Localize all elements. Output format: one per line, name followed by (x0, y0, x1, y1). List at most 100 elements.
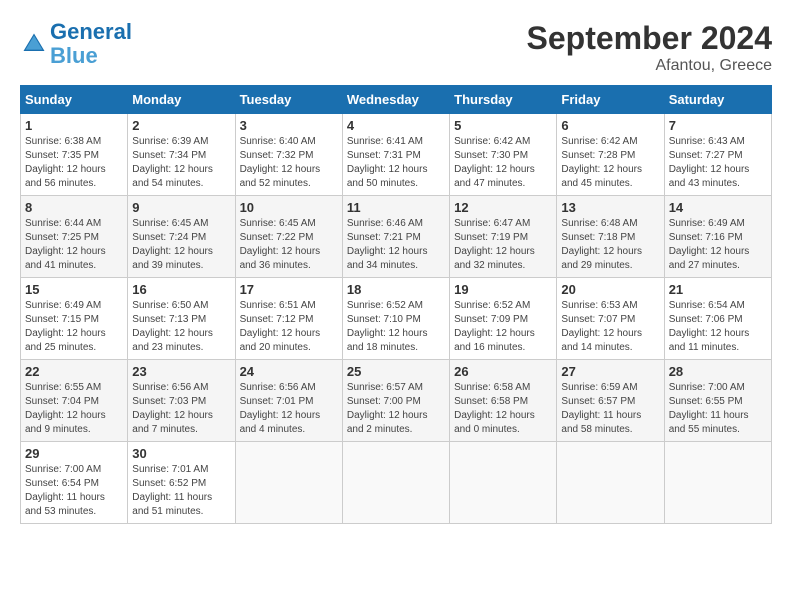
day-detail: Sunrise: 7:01 AMSunset: 6:52 PMDaylight:… (132, 464, 212, 517)
calendar-week-row: 1 Sunrise: 6:38 AMSunset: 7:35 PMDayligh… (21, 114, 772, 196)
col-tuesday: Tuesday (235, 86, 342, 114)
day-number: 6 (561, 118, 659, 133)
day-number: 2 (132, 118, 230, 133)
day-detail: Sunrise: 6:51 AMSunset: 7:12 PMDaylight:… (240, 300, 321, 353)
day-detail: Sunrise: 6:43 AMSunset: 7:27 PMDaylight:… (669, 136, 750, 189)
calendar-cell: 28 Sunrise: 7:00 AMSunset: 6:55 PMDaylig… (664, 360, 771, 442)
day-detail: Sunrise: 6:59 AMSunset: 6:57 PMDaylight:… (561, 382, 641, 435)
month-title: September 2024 (527, 20, 772, 57)
day-number: 5 (454, 118, 552, 133)
calendar-cell: 17 Sunrise: 6:51 AMSunset: 7:12 PMDaylig… (235, 278, 342, 360)
col-thursday: Thursday (450, 86, 557, 114)
calendar-cell: 14 Sunrise: 6:49 AMSunset: 7:16 PMDaylig… (664, 196, 771, 278)
day-detail: Sunrise: 6:52 AMSunset: 7:10 PMDaylight:… (347, 300, 428, 353)
calendar-cell: 9 Sunrise: 6:45 AMSunset: 7:24 PMDayligh… (128, 196, 235, 278)
day-detail: Sunrise: 6:44 AMSunset: 7:25 PMDaylight:… (25, 218, 106, 271)
calendar-cell: 11 Sunrise: 6:46 AMSunset: 7:21 PMDaylig… (342, 196, 449, 278)
calendar-cell: 15 Sunrise: 6:49 AMSunset: 7:15 PMDaylig… (21, 278, 128, 360)
calendar-cell: 1 Sunrise: 6:38 AMSunset: 7:35 PMDayligh… (21, 114, 128, 196)
day-detail: Sunrise: 6:53 AMSunset: 7:07 PMDaylight:… (561, 300, 642, 353)
day-number: 20 (561, 282, 659, 297)
location: Afantou, Greece (527, 57, 772, 75)
day-number: 19 (454, 282, 552, 297)
day-number: 30 (132, 446, 230, 461)
day-number: 12 (454, 200, 552, 215)
day-detail: Sunrise: 6:56 AMSunset: 7:03 PMDaylight:… (132, 382, 213, 435)
day-number: 23 (132, 364, 230, 379)
day-number: 28 (669, 364, 767, 379)
calendar-cell (342, 442, 449, 524)
day-detail: Sunrise: 6:49 AMSunset: 7:16 PMDaylight:… (669, 218, 750, 271)
day-detail: Sunrise: 6:56 AMSunset: 7:01 PMDaylight:… (240, 382, 321, 435)
calendar-cell (557, 442, 664, 524)
calendar-cell: 4 Sunrise: 6:41 AMSunset: 7:31 PMDayligh… (342, 114, 449, 196)
calendar-cell: 30 Sunrise: 7:01 AMSunset: 6:52 PMDaylig… (128, 442, 235, 524)
col-saturday: Saturday (664, 86, 771, 114)
col-friday: Friday (557, 86, 664, 114)
calendar-table: Sunday Monday Tuesday Wednesday Thursday… (20, 85, 772, 524)
calendar-cell: 23 Sunrise: 6:56 AMSunset: 7:03 PMDaylig… (128, 360, 235, 442)
day-detail: Sunrise: 6:42 AMSunset: 7:28 PMDaylight:… (561, 136, 642, 189)
day-detail: Sunrise: 6:55 AMSunset: 7:04 PMDaylight:… (25, 382, 106, 435)
col-sunday: Sunday (21, 86, 128, 114)
col-monday: Monday (128, 86, 235, 114)
day-detail: Sunrise: 7:00 AMSunset: 6:54 PMDaylight:… (25, 464, 105, 517)
day-number: 29 (25, 446, 123, 461)
day-number: 21 (669, 282, 767, 297)
calendar-cell: 3 Sunrise: 6:40 AMSunset: 7:32 PMDayligh… (235, 114, 342, 196)
calendar-cell: 22 Sunrise: 6:55 AMSunset: 7:04 PMDaylig… (21, 360, 128, 442)
calendar-cell: 7 Sunrise: 6:43 AMSunset: 7:27 PMDayligh… (664, 114, 771, 196)
calendar-cell: 12 Sunrise: 6:47 AMSunset: 7:19 PMDaylig… (450, 196, 557, 278)
day-detail: Sunrise: 6:41 AMSunset: 7:31 PMDaylight:… (347, 136, 428, 189)
day-number: 4 (347, 118, 445, 133)
calendar-cell (450, 442, 557, 524)
day-detail: Sunrise: 6:48 AMSunset: 7:18 PMDaylight:… (561, 218, 642, 271)
day-detail: Sunrise: 6:50 AMSunset: 7:13 PMDaylight:… (132, 300, 213, 353)
day-number: 17 (240, 282, 338, 297)
calendar-cell: 20 Sunrise: 6:53 AMSunset: 7:07 PMDaylig… (557, 278, 664, 360)
day-number: 7 (669, 118, 767, 133)
calendar-cell: 26 Sunrise: 6:58 AMSunset: 6:58 PMDaylig… (450, 360, 557, 442)
calendar-cell (235, 442, 342, 524)
calendar-week-row: 29 Sunrise: 7:00 AMSunset: 6:54 PMDaylig… (21, 442, 772, 524)
day-detail: Sunrise: 6:58 AMSunset: 6:58 PMDaylight:… (454, 382, 535, 435)
day-number: 24 (240, 364, 338, 379)
day-number: 22 (25, 364, 123, 379)
calendar-cell: 18 Sunrise: 6:52 AMSunset: 7:10 PMDaylig… (342, 278, 449, 360)
calendar-week-row: 22 Sunrise: 6:55 AMSunset: 7:04 PMDaylig… (21, 360, 772, 442)
day-number: 16 (132, 282, 230, 297)
day-number: 1 (25, 118, 123, 133)
day-number: 18 (347, 282, 445, 297)
day-number: 27 (561, 364, 659, 379)
calendar-cell (664, 442, 771, 524)
col-wednesday: Wednesday (342, 86, 449, 114)
day-number: 26 (454, 364, 552, 379)
day-number: 25 (347, 364, 445, 379)
logo-icon (20, 30, 48, 58)
calendar-cell: 25 Sunrise: 6:57 AMSunset: 7:00 PMDaylig… (342, 360, 449, 442)
calendar-cell: 8 Sunrise: 6:44 AMSunset: 7:25 PMDayligh… (21, 196, 128, 278)
title-block: September 2024 Afantou, Greece (527, 20, 772, 75)
calendar-cell: 21 Sunrise: 6:54 AMSunset: 7:06 PMDaylig… (664, 278, 771, 360)
calendar-week-row: 15 Sunrise: 6:49 AMSunset: 7:15 PMDaylig… (21, 278, 772, 360)
logo-text: General Blue (50, 20, 132, 68)
day-detail: Sunrise: 6:54 AMSunset: 7:06 PMDaylight:… (669, 300, 750, 353)
day-detail: Sunrise: 6:42 AMSunset: 7:30 PMDaylight:… (454, 136, 535, 189)
calendar-header-row: Sunday Monday Tuesday Wednesday Thursday… (21, 86, 772, 114)
day-number: 11 (347, 200, 445, 215)
day-detail: Sunrise: 6:57 AMSunset: 7:00 PMDaylight:… (347, 382, 428, 435)
day-number: 15 (25, 282, 123, 297)
calendar-cell: 6 Sunrise: 6:42 AMSunset: 7:28 PMDayligh… (557, 114, 664, 196)
calendar-cell: 29 Sunrise: 7:00 AMSunset: 6:54 PMDaylig… (21, 442, 128, 524)
day-number: 10 (240, 200, 338, 215)
day-detail: Sunrise: 7:00 AMSunset: 6:55 PMDaylight:… (669, 382, 749, 435)
calendar-cell: 19 Sunrise: 6:52 AMSunset: 7:09 PMDaylig… (450, 278, 557, 360)
day-detail: Sunrise: 6:46 AMSunset: 7:21 PMDaylight:… (347, 218, 428, 271)
day-detail: Sunrise: 6:45 AMSunset: 7:22 PMDaylight:… (240, 218, 321, 271)
calendar-cell: 10 Sunrise: 6:45 AMSunset: 7:22 PMDaylig… (235, 196, 342, 278)
calendar-week-row: 8 Sunrise: 6:44 AMSunset: 7:25 PMDayligh… (21, 196, 772, 278)
page-header: General Blue September 2024 Afantou, Gre… (20, 20, 772, 75)
day-number: 8 (25, 200, 123, 215)
calendar-cell: 2 Sunrise: 6:39 AMSunset: 7:34 PMDayligh… (128, 114, 235, 196)
calendar-cell: 13 Sunrise: 6:48 AMSunset: 7:18 PMDaylig… (557, 196, 664, 278)
